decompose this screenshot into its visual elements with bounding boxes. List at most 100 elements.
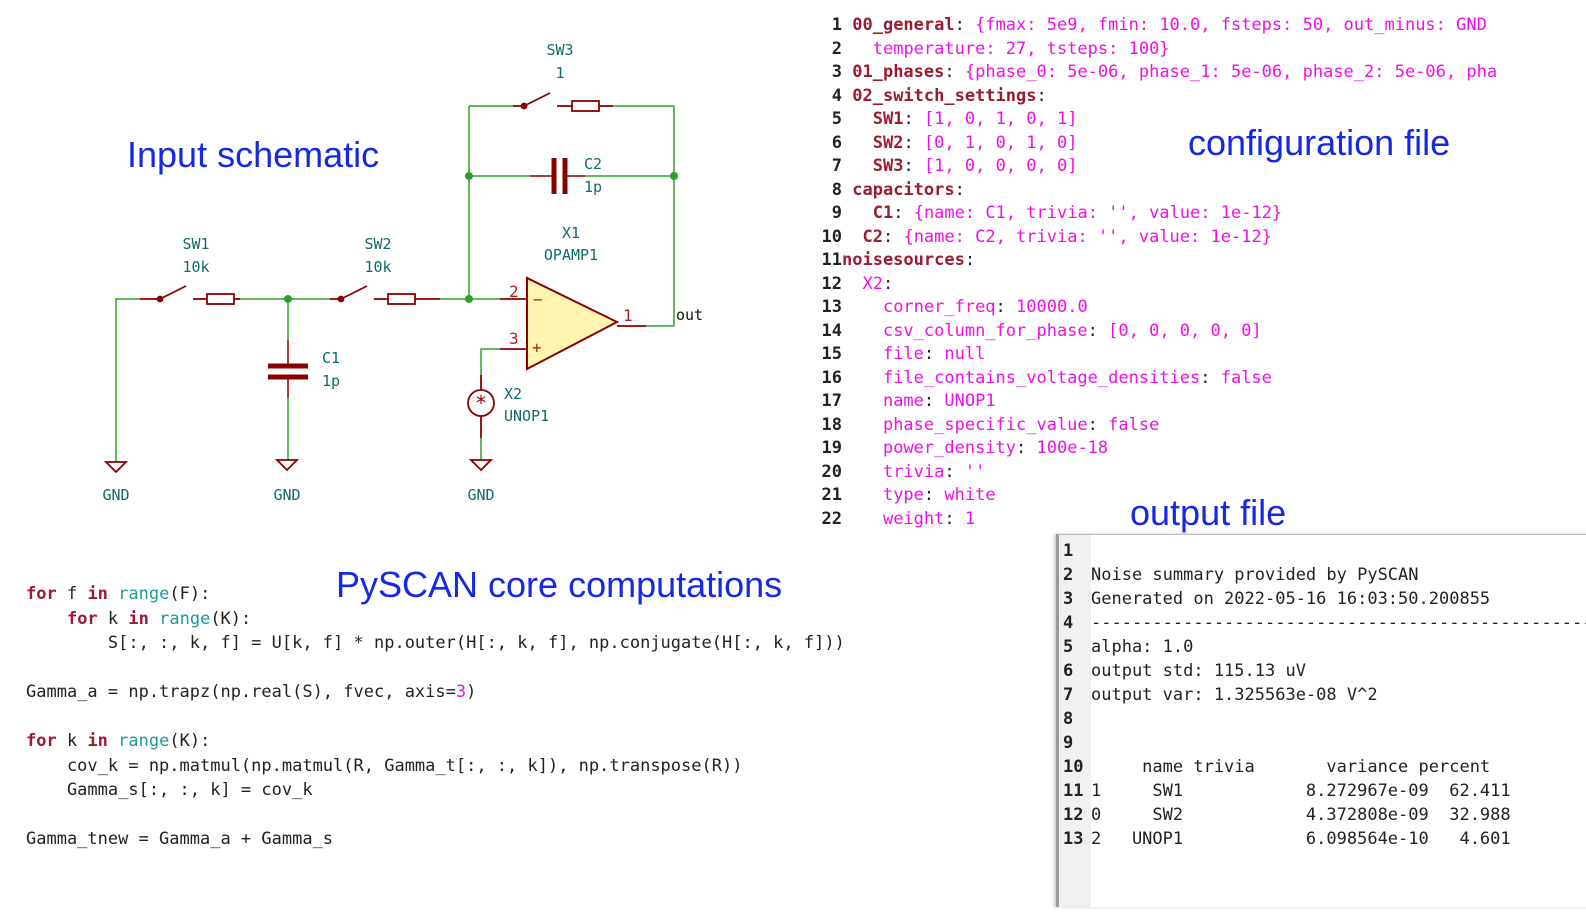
config-line: 13 corner_freq: 10000.0 xyxy=(812,296,1586,320)
sw3-ref: SW3 xyxy=(546,41,573,59)
config-value: 10000.0 xyxy=(1005,297,1088,317)
gnd-label-2: GND xyxy=(273,486,300,504)
config-value: UNOP1 xyxy=(934,391,996,411)
line-number: 19 xyxy=(821,438,842,458)
config-line: 4 02_switch_settings: xyxy=(812,85,1586,109)
builtin: range xyxy=(159,608,211,629)
line-number: 6 xyxy=(831,132,842,153)
line-number: 17 xyxy=(821,391,842,411)
colon: : xyxy=(903,156,914,176)
line-number: 5 xyxy=(1063,637,1074,657)
pin-inv-number: 2 xyxy=(509,282,519,301)
config-value: false xyxy=(1097,414,1160,435)
output-line: 13 2 UNOP1 6.098564e-10 4.601 xyxy=(1063,827,1586,851)
config-line: 9 C1: {name: C1, trivia: '', value: 1e-1… xyxy=(812,202,1586,226)
config-key: SW3 xyxy=(872,156,904,176)
junction-c2-left xyxy=(465,172,473,180)
line-number: 7 xyxy=(1063,685,1074,705)
colon: : xyxy=(923,344,935,364)
wire-noninv xyxy=(480,348,500,375)
config-line: 1 00_general: {fmax: 5e9, fmin: 10.0, fs… xyxy=(812,14,1586,38)
code-token: k xyxy=(56,731,88,751)
line-number: 14 xyxy=(821,320,842,341)
code-token: k xyxy=(97,608,129,629)
colon: : xyxy=(954,15,965,35)
sw3-value: 1 xyxy=(555,64,564,82)
config-line: 21 type: white xyxy=(812,484,1586,508)
components xyxy=(103,92,646,474)
x2-ref: X2 xyxy=(504,385,522,403)
core-code-block: for f in range(F): for k in range(K): S[… xyxy=(26,582,1026,852)
code-token: (K): xyxy=(169,731,211,751)
config-key: power_density xyxy=(882,438,1017,458)
opamp-minus-sign: − xyxy=(533,290,543,309)
config-key: csv_column_for_phase xyxy=(882,320,1088,341)
code-token: S[:, :, k, f] = U[k, f] * np.outer(H[:, … xyxy=(26,633,845,653)
config-value: [1, 0, 0, 0, 0] xyxy=(913,156,1078,176)
sw2-value: 10k xyxy=(364,258,391,276)
sw2-ref: SW2 xyxy=(364,235,391,253)
keyword: for xyxy=(66,608,98,629)
line-number: 1 xyxy=(831,15,842,35)
switch-sw3 xyxy=(513,92,613,112)
line-number: 20 xyxy=(821,461,842,482)
config-key: C1 xyxy=(872,203,894,223)
code-token: (F): xyxy=(169,584,211,604)
config-value: {fmax: 5e9, fmin: 10.0, fsteps: 50, out_… xyxy=(964,15,1487,35)
config-value: null xyxy=(934,344,986,364)
sw1-value: 10k xyxy=(182,258,209,276)
keyword: in xyxy=(87,731,108,751)
config-line: 3 01_phases: {phase_0: 5e-06, phase_1: 5… xyxy=(812,61,1586,85)
config-key: corner_freq xyxy=(882,297,996,317)
output-text: Noise summary provided by PySCAN xyxy=(1091,565,1419,585)
sw1-ref: SW1 xyxy=(182,235,209,253)
config-value: [1, 0, 1, 0, 1] xyxy=(913,109,1078,129)
code-line: for k in range(K): xyxy=(26,729,1026,754)
line-number: 10 xyxy=(1063,757,1084,777)
switch-sw1 xyxy=(140,285,240,305)
code-token: f xyxy=(56,584,88,604)
config-key: SW2 xyxy=(872,132,904,153)
config-line: 2 temperature: 27, tsteps: 100} xyxy=(812,38,1586,62)
line-number: 18 xyxy=(821,414,842,435)
code-token: Gamma_s[:, :, k] = cov_k xyxy=(26,780,313,800)
junctions xyxy=(284,172,678,303)
config-line: 18 phase_specific_value: false xyxy=(812,414,1586,438)
colon: : xyxy=(923,485,935,505)
config-key: 02_switch_settings xyxy=(852,85,1037,106)
config-key: name xyxy=(882,391,924,411)
line-number: 10 xyxy=(821,226,842,247)
line-number: 1 xyxy=(1063,541,1074,561)
config-value: {name: C1, trivia: '', value: 1e-12} xyxy=(903,203,1283,223)
colon: : xyxy=(944,62,955,82)
output-line: 6 output std: 115.13 uV xyxy=(1063,659,1586,683)
config-key: C2 xyxy=(862,226,883,247)
output-text: output var: 1.325563e-08 V^2 xyxy=(1091,685,1378,705)
gnd-label-3: GND xyxy=(467,486,494,504)
keyword: in xyxy=(128,608,149,629)
output-text: 2 UNOP1 6.098564e-10 4.601 xyxy=(1091,829,1511,849)
config-file-view: 1 00_general: {fmax: 5e9, fmin: 10.0, fs… xyxy=(812,14,1586,534)
config-line: 14 csv_column_for_phase: [0, 0, 0, 0, 0] xyxy=(812,320,1586,344)
colon: : xyxy=(882,226,894,247)
colon: : xyxy=(944,508,955,529)
output-text: output std: 115.13 uV xyxy=(1091,661,1306,681)
line-number: 5 xyxy=(831,109,842,129)
code-token: Gamma_a = np.trapz(np.real(S), fvec, axi… xyxy=(26,682,456,702)
colon: : xyxy=(944,461,955,482)
colon: : xyxy=(1036,85,1047,106)
config-line: 16 file_contains_voltage_densities: fals… xyxy=(812,367,1586,391)
builtin: range xyxy=(118,584,170,604)
line-number: 22 xyxy=(821,508,842,529)
